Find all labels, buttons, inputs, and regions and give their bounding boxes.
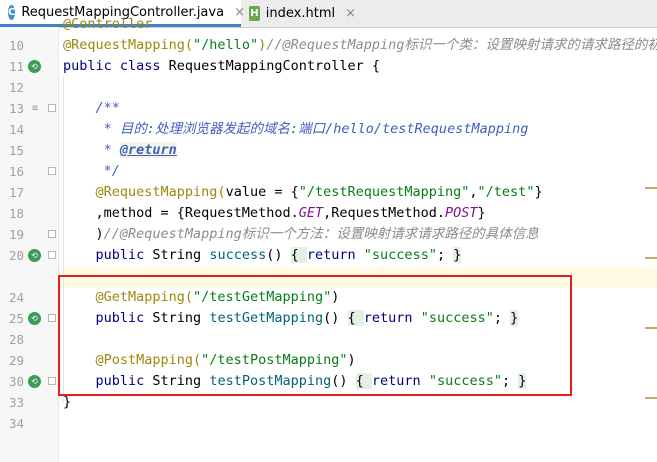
code-text: public String success() { return "succes… [63, 245, 462, 266]
line-number: 18 [8, 206, 24, 221]
doc-comment-icon[interactable]: ≡ [32, 103, 38, 114]
line-number: 28 [8, 332, 24, 347]
code-line: 12 [0, 77, 657, 98]
line-number: 14 [8, 122, 24, 137]
code-text: @Controller [63, 14, 152, 35]
code-token: , [469, 184, 478, 200]
code-line: 18 ,method = {RequestMethod.GET,RequestM… [0, 203, 657, 224]
code-token: value = { [225, 184, 299, 200]
scroll-marker [645, 187, 657, 189]
code-token: * 目的:处理浏览器发起的域名:端口/hello/testRequestMapp… [63, 121, 529, 137]
code-token: * [63, 142, 120, 158]
code-token: @RequestMapping( [63, 37, 194, 53]
code-editor[interactable]: @Controller 10 @RequestMapping("/hello")//… [0, 16, 657, 462]
code-line: 15 * @return [0, 140, 657, 161]
code-token: "success" [363, 247, 437, 263]
fold-marker-icon[interactable] [48, 314, 56, 322]
code-line: @Controller [0, 14, 657, 35]
code-token: */ [63, 163, 120, 179]
code-token: ,RequestMethod. [323, 205, 446, 221]
line-number: 33 [8, 395, 24, 410]
spring-bean-gutter-icon[interactable]: ⟲ [28, 375, 41, 388]
code-token: public [95, 247, 153, 263]
scroll-marker [645, 257, 657, 259]
code-token: ) [63, 226, 104, 242]
code-token: @RequestMapping( [63, 184, 226, 200]
line-number: 11 [8, 59, 24, 74]
code-token: @Controller [63, 16, 153, 32]
code-line: 34 [0, 413, 657, 434]
code-text: */ [63, 161, 120, 182]
line-number: 12 [8, 80, 24, 95]
spring-bean-gutter-icon[interactable]: ⟲ [28, 312, 41, 325]
code-text: @RequestMapping("/hello")//@RequestMappi… [63, 35, 657, 56]
spring-bean-gutter-icon[interactable]: ⟲ [28, 60, 41, 73]
code-text: )//@RequestMapping标识一个方法：设置映射请求请求路径的具体信息 [63, 224, 539, 245]
code-token: "/testRequestMapping" [298, 184, 470, 200]
code-token: ,method = {RequestMethod. [63, 205, 299, 221]
code-token: GET [298, 205, 324, 221]
code-token: } [534, 184, 543, 200]
line-number: 24 [8, 290, 24, 305]
scroll-marker [645, 327, 657, 329]
line-number: 19 [8, 227, 24, 242]
fold-marker-icon[interactable] [48, 167, 56, 175]
code-token: RequestMappingController { [168, 58, 380, 74]
line-number: 13 [8, 101, 24, 116]
code-line: 10 @RequestMapping("/hello")//@RequestMap… [0, 35, 657, 56]
code-line: 13 ≡ /** [0, 98, 657, 119]
code-token: "/test" [477, 184, 535, 200]
code-token: ) [258, 37, 267, 53]
code-text: ,method = {RequestMethod.GET,RequestMeth… [63, 203, 486, 224]
spring-bean-gutter-icon[interactable]: ⟲ [28, 249, 41, 262]
code-token: success [209, 247, 267, 263]
line-number: 30 [8, 374, 24, 389]
code-token: POST [445, 205, 478, 221]
code-token: } [453, 247, 462, 263]
code-token: "/hello" [193, 37, 259, 53]
code-token: return [306, 247, 364, 263]
code-line: 20 ⟲ public String success() { return "su… [0, 245, 657, 266]
scroll-marker [645, 397, 657, 399]
line-number: 29 [8, 353, 24, 368]
line-number: 20 [8, 248, 24, 263]
code-token: //@RequestMapping标识一个类：设置映射请求的请求路径的初始 [266, 37, 657, 53]
code-token: ; [436, 247, 454, 263]
code-text: /** [63, 98, 120, 119]
line-number: 25 [8, 311, 24, 326]
code-line: 11 ⟲ public class RequestMappingController… [0, 56, 657, 77]
code-text: public class RequestMappingController { [63, 56, 380, 77]
fold-marker-icon[interactable] [48, 377, 56, 385]
line-number: 16 [8, 164, 24, 179]
code-token: //@RequestMapping标识一个方法：设置映射请求请求路径的具体信息 [103, 226, 539, 242]
code-line: 14 * 目的:处理浏览器发起的域名:端口/hello/testRequestM… [0, 119, 657, 140]
scrollbar-markers[interactable] [645, 187, 657, 417]
code-token: @return [119, 142, 177, 158]
code-line: 19 )//@RequestMapping标识一个方法：设置映射请求请求路径的具… [0, 224, 657, 245]
fold-marker-icon[interactable] [48, 104, 56, 112]
code-line: 16 */ [0, 161, 657, 182]
fold-marker-icon[interactable] [48, 251, 56, 259]
code-token: String [152, 247, 210, 263]
code-token: } [63, 394, 72, 410]
code-text: * 目的:处理浏览器发起的域名:端口/hello/testRequestMapp… [63, 119, 529, 140]
code-token: } [477, 205, 486, 221]
code-text: @RequestMapping(value = {"/testRequestMa… [63, 182, 543, 203]
line-number: 17 [8, 185, 24, 200]
line-number: 10 [8, 38, 24, 53]
fold-marker-icon[interactable] [48, 230, 56, 238]
red-highlight-box [58, 275, 572, 396]
line-number: 34 [8, 416, 24, 431]
code-token: { [290, 247, 307, 263]
code-line: 17 @RequestMapping(value = {"/testReques… [0, 182, 657, 203]
line-number: 15 [8, 143, 24, 158]
code-text: * @return [63, 140, 177, 161]
code-token: () [266, 247, 291, 263]
code-token: public class [63, 58, 169, 74]
code-token: /** [63, 100, 120, 116]
